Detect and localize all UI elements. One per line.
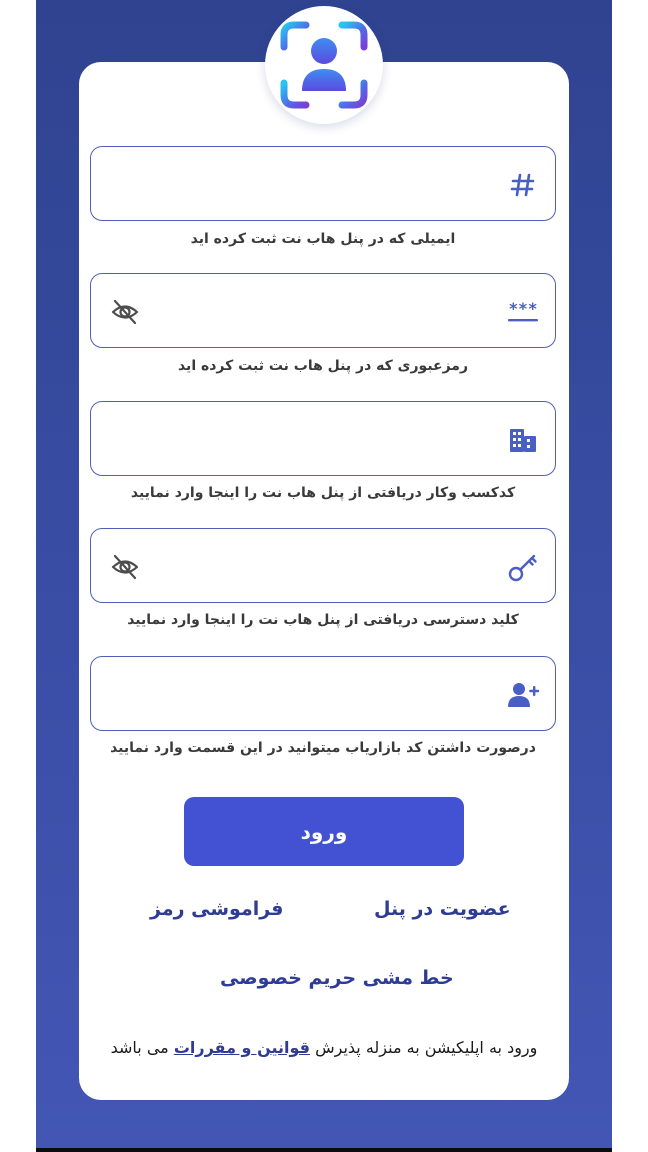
bottom-edge-bar — [36, 1148, 612, 1152]
hash-icon — [507, 169, 539, 201]
key-icon — [507, 551, 539, 583]
password-field[interactable]: *** — [90, 273, 556, 348]
access-key-hint: کلید دسترسی دریافتی از پنل هاب نت را این… — [127, 612, 519, 628]
building-icon — [507, 424, 539, 456]
business-code-input[interactable] — [151, 420, 495, 460]
password-input[interactable] — [151, 292, 495, 332]
terms-link[interactable]: قوانین و مقررات — [174, 1038, 310, 1057]
terms-notice: ورود به اپلیکیشن به منزله پذیرش قوانین و… — [79, 1038, 569, 1057]
referral-code-input[interactable] — [151, 675, 495, 715]
eye-off-icon[interactable] — [109, 296, 141, 328]
access-key-field[interactable] — [90, 528, 556, 603]
password-asterisks-icon: *** — [507, 296, 539, 328]
user-plus-icon — [507, 679, 539, 711]
referral-code-hint: درصورت داشتن کد بازاریاب میتوانید در این… — [110, 740, 536, 756]
privacy-policy-link[interactable]: خط مشی حریم خصوصی — [220, 967, 454, 989]
business-code-hint: کدکسب وکار دریافتی از پنل هاب نت را اینج… — [130, 485, 516, 501]
avatar — [265, 6, 383, 124]
terms-suffix: می باشد — [110, 1038, 169, 1057]
referral-code-field[interactable] — [90, 656, 556, 731]
business-code-field[interactable] — [90, 401, 556, 476]
login-button[interactable]: ورود — [184, 797, 464, 866]
email-field[interactable] — [90, 146, 556, 221]
svg-text:***: *** — [509, 300, 538, 318]
email-hint: ایمیلی که در پنل هاب نت ثبت کرده اید — [190, 231, 456, 247]
face-scan-user-icon — [280, 21, 368, 109]
terms-prefix: ورود به اپلیکیشن به منزله پذیرش — [315, 1038, 538, 1057]
register-link[interactable]: عضویت در پنل — [374, 898, 511, 920]
email-input[interactable] — [151, 165, 495, 205]
eye-off-icon[interactable] — [109, 551, 141, 583]
access-key-input[interactable] — [151, 547, 495, 587]
forgot-password-link[interactable]: فراموشی رمز — [150, 898, 284, 920]
password-hint: رمزعبوری که در پنل هاب نت ثبت کرده اید — [177, 358, 469, 374]
